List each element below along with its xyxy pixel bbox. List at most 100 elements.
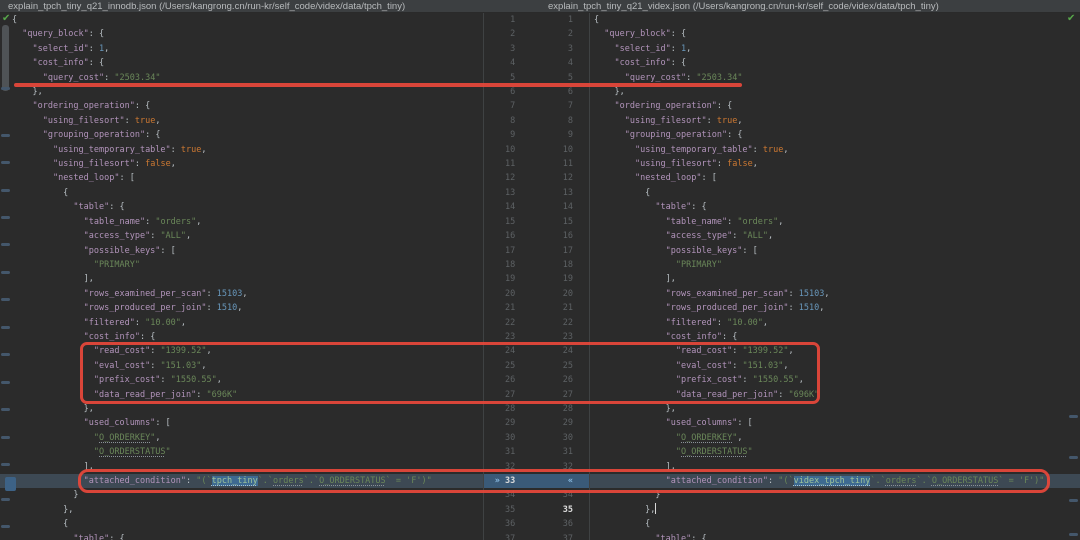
gutter-row-33[interactable]: » 33«: [484, 474, 589, 488]
code-line-left-7[interactable]: "ordering_operation": {: [0, 99, 483, 113]
line-number-left[interactable]: 6: [484, 85, 519, 99]
line-number-right[interactable]: 21: [519, 301, 589, 315]
line-number-left[interactable]: 22: [484, 316, 519, 330]
line-number-right[interactable]: 2: [519, 27, 589, 41]
gutter-row-25[interactable]: 2525: [484, 359, 589, 373]
line-number-right[interactable]: 11: [519, 157, 589, 171]
line-number-right[interactable]: 17: [519, 244, 589, 258]
gutter-row-31[interactable]: 3131: [484, 445, 589, 459]
line-number-right[interactable]: 8: [519, 114, 589, 128]
code-line-right-4[interactable]: "cost_info": {: [590, 56, 1080, 70]
code-line-right-20[interactable]: "rows_examined_per_scan": 15103,: [590, 287, 1080, 301]
code-line-right-19[interactable]: ],: [590, 272, 1080, 286]
gutter-row-19[interactable]: 1919: [484, 272, 589, 286]
gutter-row-10[interactable]: 1010: [484, 143, 589, 157]
code-line-left-24[interactable]: "read_cost": "1399.52",: [0, 344, 483, 358]
line-number-left[interactable]: 15: [484, 215, 519, 229]
code-line-left-26[interactable]: "prefix_cost": "1550.55",: [0, 373, 483, 387]
line-number-left[interactable]: 34: [484, 488, 519, 502]
gutter-row-36[interactable]: 3636: [484, 517, 589, 531]
line-number-left[interactable]: 25: [484, 359, 519, 373]
code-line-left-34[interactable]: }: [0, 488, 483, 502]
code-line-left-28[interactable]: },: [0, 402, 483, 416]
code-line-right-10[interactable]: "using_temporary_table": true,: [590, 143, 1080, 157]
code-line-left-23[interactable]: "cost_info": {: [0, 330, 483, 344]
gutter-row-4[interactable]: 44: [484, 56, 589, 70]
line-number-right[interactable]: 5: [519, 71, 589, 85]
line-number-right[interactable]: 16: [519, 229, 589, 243]
line-number-right[interactable]: 25: [519, 359, 589, 373]
line-number-left[interactable]: 32: [484, 460, 519, 474]
gutter-row-1[interactable]: 11: [484, 13, 589, 27]
code-line-right-12[interactable]: "nested_loop": [: [590, 171, 1080, 185]
code-line-left-6[interactable]: },: [0, 85, 483, 99]
gutter-row-7[interactable]: 77: [484, 99, 589, 113]
inspections-ok-icon-left[interactable]: ✔: [2, 13, 10, 24]
gutter-row-11[interactable]: 1111: [484, 157, 589, 171]
gutter-row-28[interactable]: 2828: [484, 402, 589, 416]
line-number-left[interactable]: 7: [484, 99, 519, 113]
line-number-right[interactable]: 19: [519, 272, 589, 286]
code-line-right-11[interactable]: "using_filesort": false,: [590, 157, 1080, 171]
line-number-right[interactable]: 14: [519, 200, 589, 214]
code-line-right-24[interactable]: "read_cost": "1399.52",: [590, 344, 1080, 358]
line-number-left[interactable]: 2: [484, 27, 519, 41]
code-line-right-18[interactable]: "PRIMARY": [590, 258, 1080, 272]
line-number-left[interactable]: 21: [484, 301, 519, 315]
line-number-right[interactable]: 27: [519, 388, 589, 402]
gutter-row-22[interactable]: 2222: [484, 316, 589, 330]
line-number-right[interactable]: 24: [519, 344, 589, 358]
line-number-right[interactable]: 20: [519, 287, 589, 301]
code-line-right-34[interactable]: }: [590, 488, 1080, 502]
line-number-right[interactable]: 18: [519, 258, 589, 272]
line-number-left[interactable]: » 33: [484, 474, 519, 488]
code-line-left-12[interactable]: "nested_loop": [: [0, 171, 483, 185]
line-number-left[interactable]: 16: [484, 229, 519, 243]
code-line-left-22[interactable]: "filtered": "10.00",: [0, 316, 483, 330]
gutter-row-15[interactable]: 1515: [484, 215, 589, 229]
gutter-row-18[interactable]: 1818: [484, 258, 589, 272]
line-number-right[interactable]: 4: [519, 56, 589, 70]
line-number-right[interactable]: 9: [519, 128, 589, 142]
gutter-row-2[interactable]: 22: [484, 27, 589, 41]
editor-pane-left[interactable]: { "query_block": { "select_id": 1, "cost…: [0, 13, 483, 540]
line-number-left[interactable]: 36: [484, 517, 519, 531]
gutter-row-12[interactable]: 1212: [484, 171, 589, 185]
line-number-left[interactable]: 31: [484, 445, 519, 459]
code-line-left-21[interactable]: "rows_produced_per_join": 1510,: [0, 301, 483, 315]
code-line-left-30[interactable]: "O_ORDERKEY",: [0, 431, 483, 445]
code-line-left-35[interactable]: },: [0, 503, 483, 517]
line-number-right[interactable]: 1: [519, 13, 589, 27]
code-line-right-37[interactable]: "table": {: [590, 532, 1080, 540]
line-number-right[interactable]: 22: [519, 316, 589, 330]
line-number-right[interactable]: 31: [519, 445, 589, 459]
code-line-right-23[interactable]: "cost_info": {: [590, 330, 1080, 344]
code-line-right-5[interactable]: "query_cost": "2503.34": [590, 71, 1080, 85]
editor-pane-right[interactable]: { "query_block": { "select_id": 1, "cost…: [590, 13, 1080, 540]
code-line-right-27[interactable]: "data_read_per_join": "696K": [590, 388, 1080, 402]
gutter-row-26[interactable]: 2626: [484, 373, 589, 387]
line-number-right[interactable]: 26: [519, 373, 589, 387]
line-number-left[interactable]: 8: [484, 114, 519, 128]
line-number-left[interactable]: 1: [484, 13, 519, 27]
gutter-row-3[interactable]: 33: [484, 42, 589, 56]
code-line-left-14[interactable]: "table": {: [0, 200, 483, 214]
code-line-right-8[interactable]: "using_filesort": true,: [590, 114, 1080, 128]
code-line-left-36[interactable]: {: [0, 517, 483, 531]
left-scrollbar-thumb[interactable]: [2, 25, 9, 91]
gutter-row-24[interactable]: 2424: [484, 344, 589, 358]
code-line-right-15[interactable]: "table_name": "orders",: [590, 215, 1080, 229]
code-line-left-2[interactable]: "query_block": {: [0, 27, 483, 41]
code-line-left-9[interactable]: "grouping_operation": {: [0, 128, 483, 142]
code-line-right-33[interactable]: "attached_condition": "(`videx_tpch_tiny…: [590, 474, 1080, 488]
line-number-left[interactable]: 17: [484, 244, 519, 258]
gutter-row-14[interactable]: 1414: [484, 200, 589, 214]
code-line-right-30[interactable]: "O_ORDERKEY",: [590, 431, 1080, 445]
code-line-left-31[interactable]: "O_ORDERSTATUS": [0, 445, 483, 459]
line-number-left[interactable]: 19: [484, 272, 519, 286]
gutter-row-20[interactable]: 2020: [484, 287, 589, 301]
line-number-left[interactable]: 3: [484, 42, 519, 56]
line-number-right[interactable]: 6: [519, 85, 589, 99]
gutter-row-27[interactable]: 2727: [484, 388, 589, 402]
code-line-left-19[interactable]: ],: [0, 272, 483, 286]
